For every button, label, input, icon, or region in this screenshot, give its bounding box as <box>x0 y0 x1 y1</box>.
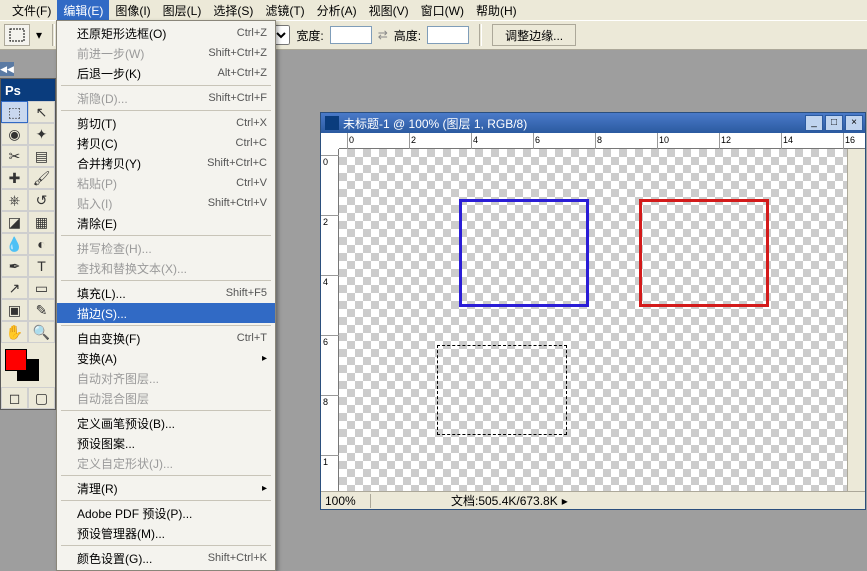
maximize-button[interactable]: □ <box>825 115 843 131</box>
menu-item: 自动对齐图层... <box>57 368 275 388</box>
width-label: 宽度: <box>296 27 323 44</box>
status-bar: 100% 文档:505.4K/673.8K ▸ <box>321 491 865 509</box>
zoom-field[interactable]: 100% <box>321 494 371 508</box>
toolbox: Ps ⬚↖ ◉✦ ✂▤ ✚🖌 ⎈↺ ◪▦ 💧◐ ✒T ↗▭ ▣✎ ✋🔍 ◻▢ <box>0 78 56 410</box>
menu-item: 自动混合图层 <box>57 388 275 408</box>
stamp-tool[interactable]: ⎈ <box>1 189 28 211</box>
menu-item[interactable]: 拷贝(C)Ctrl+C <box>57 133 275 153</box>
menu-6[interactable]: 分析(A) <box>311 0 363 21</box>
refine-edge-button[interactable]: 调整边缘... <box>492 24 576 46</box>
status-menu-arrow[interactable]: ▸ <box>562 494 568 508</box>
eyedropper-tool[interactable]: ✎ <box>28 299 55 321</box>
menu-item[interactable]: 清除(E) <box>57 213 275 233</box>
ps-logo: Ps <box>1 79 55 101</box>
menu-item[interactable]: 自由变换(F)Ctrl+T <box>57 328 275 348</box>
menu-8[interactable]: 窗口(W) <box>415 0 470 21</box>
menu-item[interactable]: 剪切(T)Ctrl+X <box>57 113 275 133</box>
swap-icon[interactable]: ⇄ <box>378 28 388 42</box>
menu-item: 定义自定形状(J)... <box>57 453 275 473</box>
zoom-tool[interactable]: 🔍 <box>28 321 55 343</box>
menu-item[interactable]: 定义画笔预设(B)... <box>57 413 275 433</box>
menu-7[interactable]: 视图(V) <box>363 0 415 21</box>
foreground-color[interactable] <box>5 349 27 371</box>
marquee-tool-icon <box>4 24 30 46</box>
marquee-tool[interactable]: ⬚ <box>1 101 28 123</box>
notes-tool[interactable]: ▣ <box>1 299 28 321</box>
blue-rectangle-shape <box>459 199 589 307</box>
path-tool[interactable]: ↗ <box>1 277 28 299</box>
brush-tool[interactable]: 🖌 <box>28 167 55 189</box>
chevron-down-icon[interactable]: ▾ <box>36 28 42 42</box>
menu-item[interactable]: 填充(L)...Shift+F5 <box>57 283 275 303</box>
menu-4[interactable]: 选择(S) <box>207 0 259 21</box>
edit-menu-dropdown: 还原矩形选框(O)Ctrl+Z前进一步(W)Shift+Ctrl+Z后退一步(K… <box>56 20 276 571</box>
menu-item[interactable]: 预设管理器(M)... <box>57 523 275 543</box>
menu-item[interactable]: 预设图案... <box>57 433 275 453</box>
dodge-tool[interactable]: ◐ <box>28 233 55 255</box>
menu-5[interactable]: 滤镜(T) <box>259 0 310 21</box>
canvas[interactable] <box>339 149 847 491</box>
palette-collapse-tab[interactable]: ◀◀ <box>0 62 14 76</box>
crop-tool[interactable]: ✂ <box>1 145 28 167</box>
heal-tool[interactable]: ✚ <box>1 167 28 189</box>
wand-tool[interactable]: ✦ <box>28 123 55 145</box>
height-input[interactable] <box>427 26 469 44</box>
menu-item: 拼写检查(H)... <box>57 238 275 258</box>
slice-tool[interactable]: ▤ <box>28 145 55 167</box>
eraser-tool[interactable]: ◪ <box>1 211 28 233</box>
height-label: 高度: <box>394 27 421 44</box>
red-rectangle-shape <box>639 199 769 307</box>
menu-item[interactable]: Adobe PDF 预设(P)... <box>57 503 275 523</box>
marquee-selection <box>437 345 567 435</box>
menu-item: 前进一步(W)Shift+Ctrl+Z <box>57 43 275 63</box>
menu-0[interactable]: 文件(F) <box>6 0 57 21</box>
quickmask-toggle[interactable]: ◻ <box>1 387 28 409</box>
menu-item: 查找和替换文本(X)... <box>57 258 275 278</box>
ps-doc-icon <box>325 116 339 130</box>
lasso-tool[interactable]: ◉ <box>1 123 28 145</box>
menu-item: 渐隐(D)...Shift+Ctrl+F <box>57 88 275 108</box>
width-input[interactable] <box>330 26 372 44</box>
menu-1[interactable]: 编辑(E) <box>57 0 109 21</box>
menu-3[interactable]: 图层(L) <box>157 0 208 21</box>
color-swatches[interactable] <box>1 347 55 387</box>
shape-tool[interactable]: ▭ <box>28 277 55 299</box>
menu-item[interactable]: 后退一步(K)Alt+Ctrl+Z <box>57 63 275 83</box>
menu-item: 贴入(I)Shift+Ctrl+V <box>57 193 275 213</box>
menu-item[interactable]: 描边(S)... <box>57 303 275 323</box>
pen-tool[interactable]: ✒ <box>1 255 28 277</box>
document-titlebar[interactable]: 未标题-1 @ 100% (图层 1, RGB/8) _ □ × <box>321 113 865 133</box>
menu-bar: 文件(F)编辑(E)图像(I)图层(L)选择(S)滤镜(T)分析(A)视图(V)… <box>0 0 867 20</box>
gradient-tool[interactable]: ▦ <box>28 211 55 233</box>
close-button[interactable]: × <box>845 115 863 131</box>
move-tool[interactable]: ↖ <box>28 101 55 123</box>
scrollbar-vertical[interactable] <box>847 149 865 491</box>
document-title: 未标题-1 @ 100% (图层 1, RGB/8) <box>343 115 527 132</box>
document-window: 未标题-1 @ 100% (图层 1, RGB/8) _ □ × 0246810… <box>320 112 866 510</box>
hand-tool[interactable]: ✋ <box>1 321 28 343</box>
separator <box>479 24 482 46</box>
menu-9[interactable]: 帮助(H) <box>470 0 523 21</box>
screenmode-toggle[interactable]: ▢ <box>28 387 55 409</box>
blur-tool[interactable]: 💧 <box>1 233 28 255</box>
doc-size-label: 文档:505.4K/673.8K <box>451 492 558 509</box>
menu-2[interactable]: 图像(I) <box>109 0 156 21</box>
ruler-vertical: 024681 <box>321 149 339 491</box>
menu-item[interactable]: 变换(A) <box>57 348 275 368</box>
history-brush-tool[interactable]: ↺ <box>28 189 55 211</box>
ruler-horizontal: 0246810121416 <box>339 133 865 149</box>
menu-item: 粘贴(P)Ctrl+V <box>57 173 275 193</box>
menu-item[interactable]: 颜色设置(G)...Shift+Ctrl+K <box>57 548 275 568</box>
minimize-button[interactable]: _ <box>805 115 823 131</box>
menu-item[interactable]: 还原矩形选框(O)Ctrl+Z <box>57 23 275 43</box>
type-tool[interactable]: T <box>28 255 55 277</box>
separator <box>52 24 55 46</box>
menu-item[interactable]: 清理(R) <box>57 478 275 498</box>
menu-item[interactable]: 合并拷贝(Y)Shift+Ctrl+C <box>57 153 275 173</box>
